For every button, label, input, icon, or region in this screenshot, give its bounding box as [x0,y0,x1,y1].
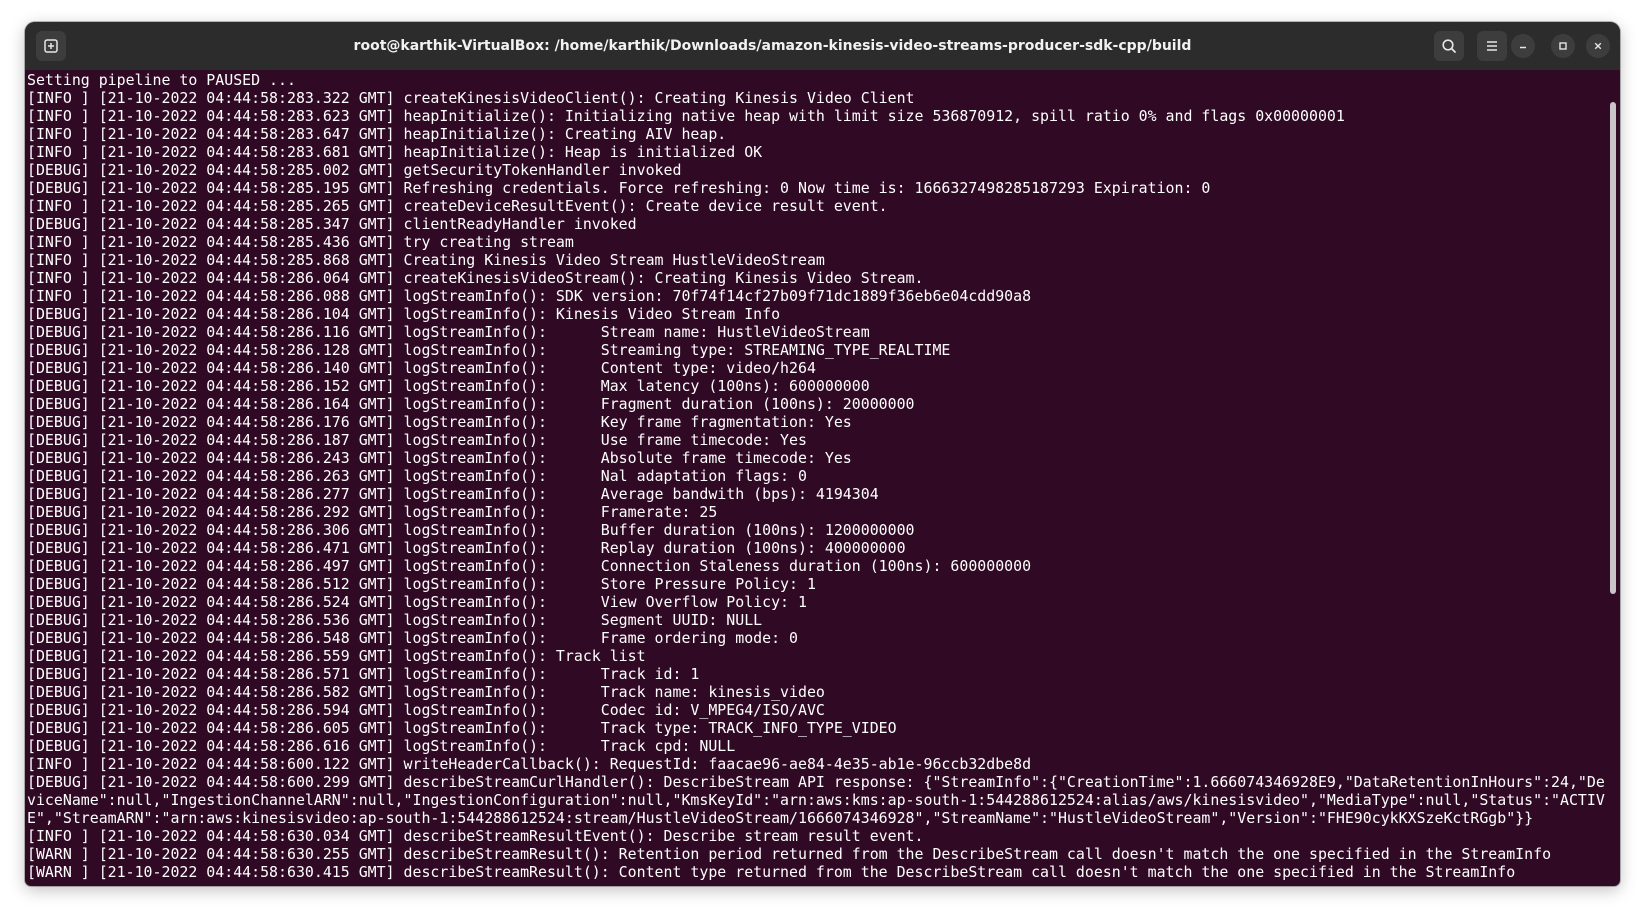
terminal-line: [INFO ] [21-10-2022 04:44:58:283.322 GMT… [27,89,915,107]
maximize-button[interactable] [1551,34,1575,58]
terminal-line: [DEBUG] [21-10-2022 04:44:58:285.002 GMT… [27,161,682,179]
terminal-line: [INFO ] [21-10-2022 04:44:58:600.122 GMT… [27,755,1032,773]
terminal-line: [DEBUG] [21-10-2022 04:44:58:286.536 GMT… [27,611,763,629]
title-bar[interactable]: root@karthik-VirtualBox: /home/karthik/D… [25,22,1620,70]
terminal-line: [DEBUG] [21-10-2022 04:44:58:286.116 GMT… [27,323,870,341]
terminal-line: [INFO ] [21-10-2022 04:44:58:283.623 GMT… [27,107,1345,125]
close-button[interactable] [1586,34,1610,58]
terminal-line: [DEBUG] [21-10-2022 04:44:58:286.243 GMT… [27,449,852,467]
terminal-line: [DEBUG] [21-10-2022 04:44:58:286.140 GMT… [27,359,816,377]
terminal-line: [DEBUG] [21-10-2022 04:44:58:286.104 GMT… [27,305,781,323]
close-icon [1594,42,1602,50]
new-tab-button[interactable] [36,31,66,61]
terminal-line: [INFO ] [21-10-2022 04:44:58:630.034 GMT… [27,827,924,845]
terminal-line: [DEBUG] [21-10-2022 04:44:58:286.616 GMT… [27,737,736,755]
terminal-line: [DEBUG] [21-10-2022 04:44:58:286.263 GMT… [27,467,807,485]
vertical-scrollbar[interactable] [1610,102,1616,594]
terminal-line: [DEBUG] [21-10-2022 04:44:58:286.187 GMT… [27,431,807,449]
minimize-icon [1520,46,1526,49]
terminal-line: [DEBUG] [21-10-2022 04:44:58:286.548 GMT… [27,629,798,647]
terminal-line: [INFO ] [21-10-2022 04:44:58:285.265 GMT… [27,197,888,215]
terminal-line: [DEBUG] [21-10-2022 04:44:58:285.347 GMT… [27,215,637,233]
search-button[interactable] [1434,31,1464,61]
terminal-line: [DEBUG] [21-10-2022 04:44:58:286.605 GMT… [27,719,897,737]
terminal-line: [DEBUG] [21-10-2022 04:44:58:286.512 GMT… [27,575,816,593]
terminal-window: root@karthik-VirtualBox: /home/karthik/D… [25,22,1620,886]
terminal-line: [WARN ] [21-10-2022 04:44:58:630.415 GMT… [27,863,1516,881]
terminal-line: [DEBUG] [21-10-2022 04:44:58:286.164 GMT… [27,395,915,413]
maximize-icon [1559,42,1567,50]
terminal-line: [DEBUG] [21-10-2022 04:44:58:286.277 GMT… [27,485,879,503]
terminal-line: [DEBUG] [21-10-2022 04:44:58:600.299 GMT… [27,773,1605,827]
window-title: root@karthik-VirtualBox: /home/karthik/D… [353,38,1192,54]
terminal-line: [DEBUG] [21-10-2022 04:44:58:286.128 GMT… [27,341,951,359]
terminal-line: [DEBUG] [21-10-2022 04:44:58:286.559 GMT… [27,647,646,665]
terminal-line: [INFO ] [21-10-2022 04:44:58:283.647 GMT… [27,125,727,143]
terminal-line: [INFO ] [21-10-2022 04:44:58:286.064 GMT… [27,269,924,287]
terminal-line: [INFO ] [21-10-2022 04:44:58:286.088 GMT… [27,287,1032,305]
terminal-line: [DEBUG] [21-10-2022 04:44:58:286.292 GMT… [27,503,718,521]
search-icon [1442,39,1456,53]
terminal-line: [DEBUG] [21-10-2022 04:44:58:285.195 GMT… [27,179,1211,197]
terminal-line: Setting pipeline to PAUSED ... [27,71,296,89]
menu-button[interactable] [1477,31,1507,61]
terminal-line: [INFO ] [21-10-2022 04:44:58:285.436 GMT… [27,233,574,251]
terminal-line: [DEBUG] [21-10-2022 04:44:58:286.582 GMT… [27,683,825,701]
terminal-line: [INFO ] [21-10-2022 04:44:58:283.681 GMT… [27,143,763,161]
terminal-line: [DEBUG] [21-10-2022 04:44:58:286.471 GMT… [27,539,906,557]
terminal-line: [DEBUG] [21-10-2022 04:44:58:286.524 GMT… [27,593,807,611]
terminal-line: [WARN ] [21-10-2022 04:44:58:630.255 GMT… [27,845,1552,863]
terminal-line: [DEBUG] [21-10-2022 04:44:58:286.571 GMT… [27,665,700,683]
terminal-line: [DEBUG] [21-10-2022 04:44:58:286.152 GMT… [27,377,870,395]
terminal-line: [DEBUG] [21-10-2022 04:44:58:286.497 GMT… [27,557,1032,575]
hamburger-menu-icon [1487,41,1497,51]
terminal-line: [DEBUG] [21-10-2022 04:44:58:286.306 GMT… [27,521,915,539]
terminal-line: [INFO ] [21-10-2022 04:44:58:285.868 GMT… [27,251,825,269]
terminal-output[interactable]: Setting pipeline to PAUSED ... [INFO ] [2… [25,70,1620,886]
terminal-line: [DEBUG] [21-10-2022 04:44:58:286.594 GMT… [27,701,825,719]
terminal-line: [DEBUG] [21-10-2022 04:44:58:286.176 GMT… [27,413,852,431]
new-tab-icon [44,39,58,53]
minimize-button[interactable] [1511,34,1535,58]
